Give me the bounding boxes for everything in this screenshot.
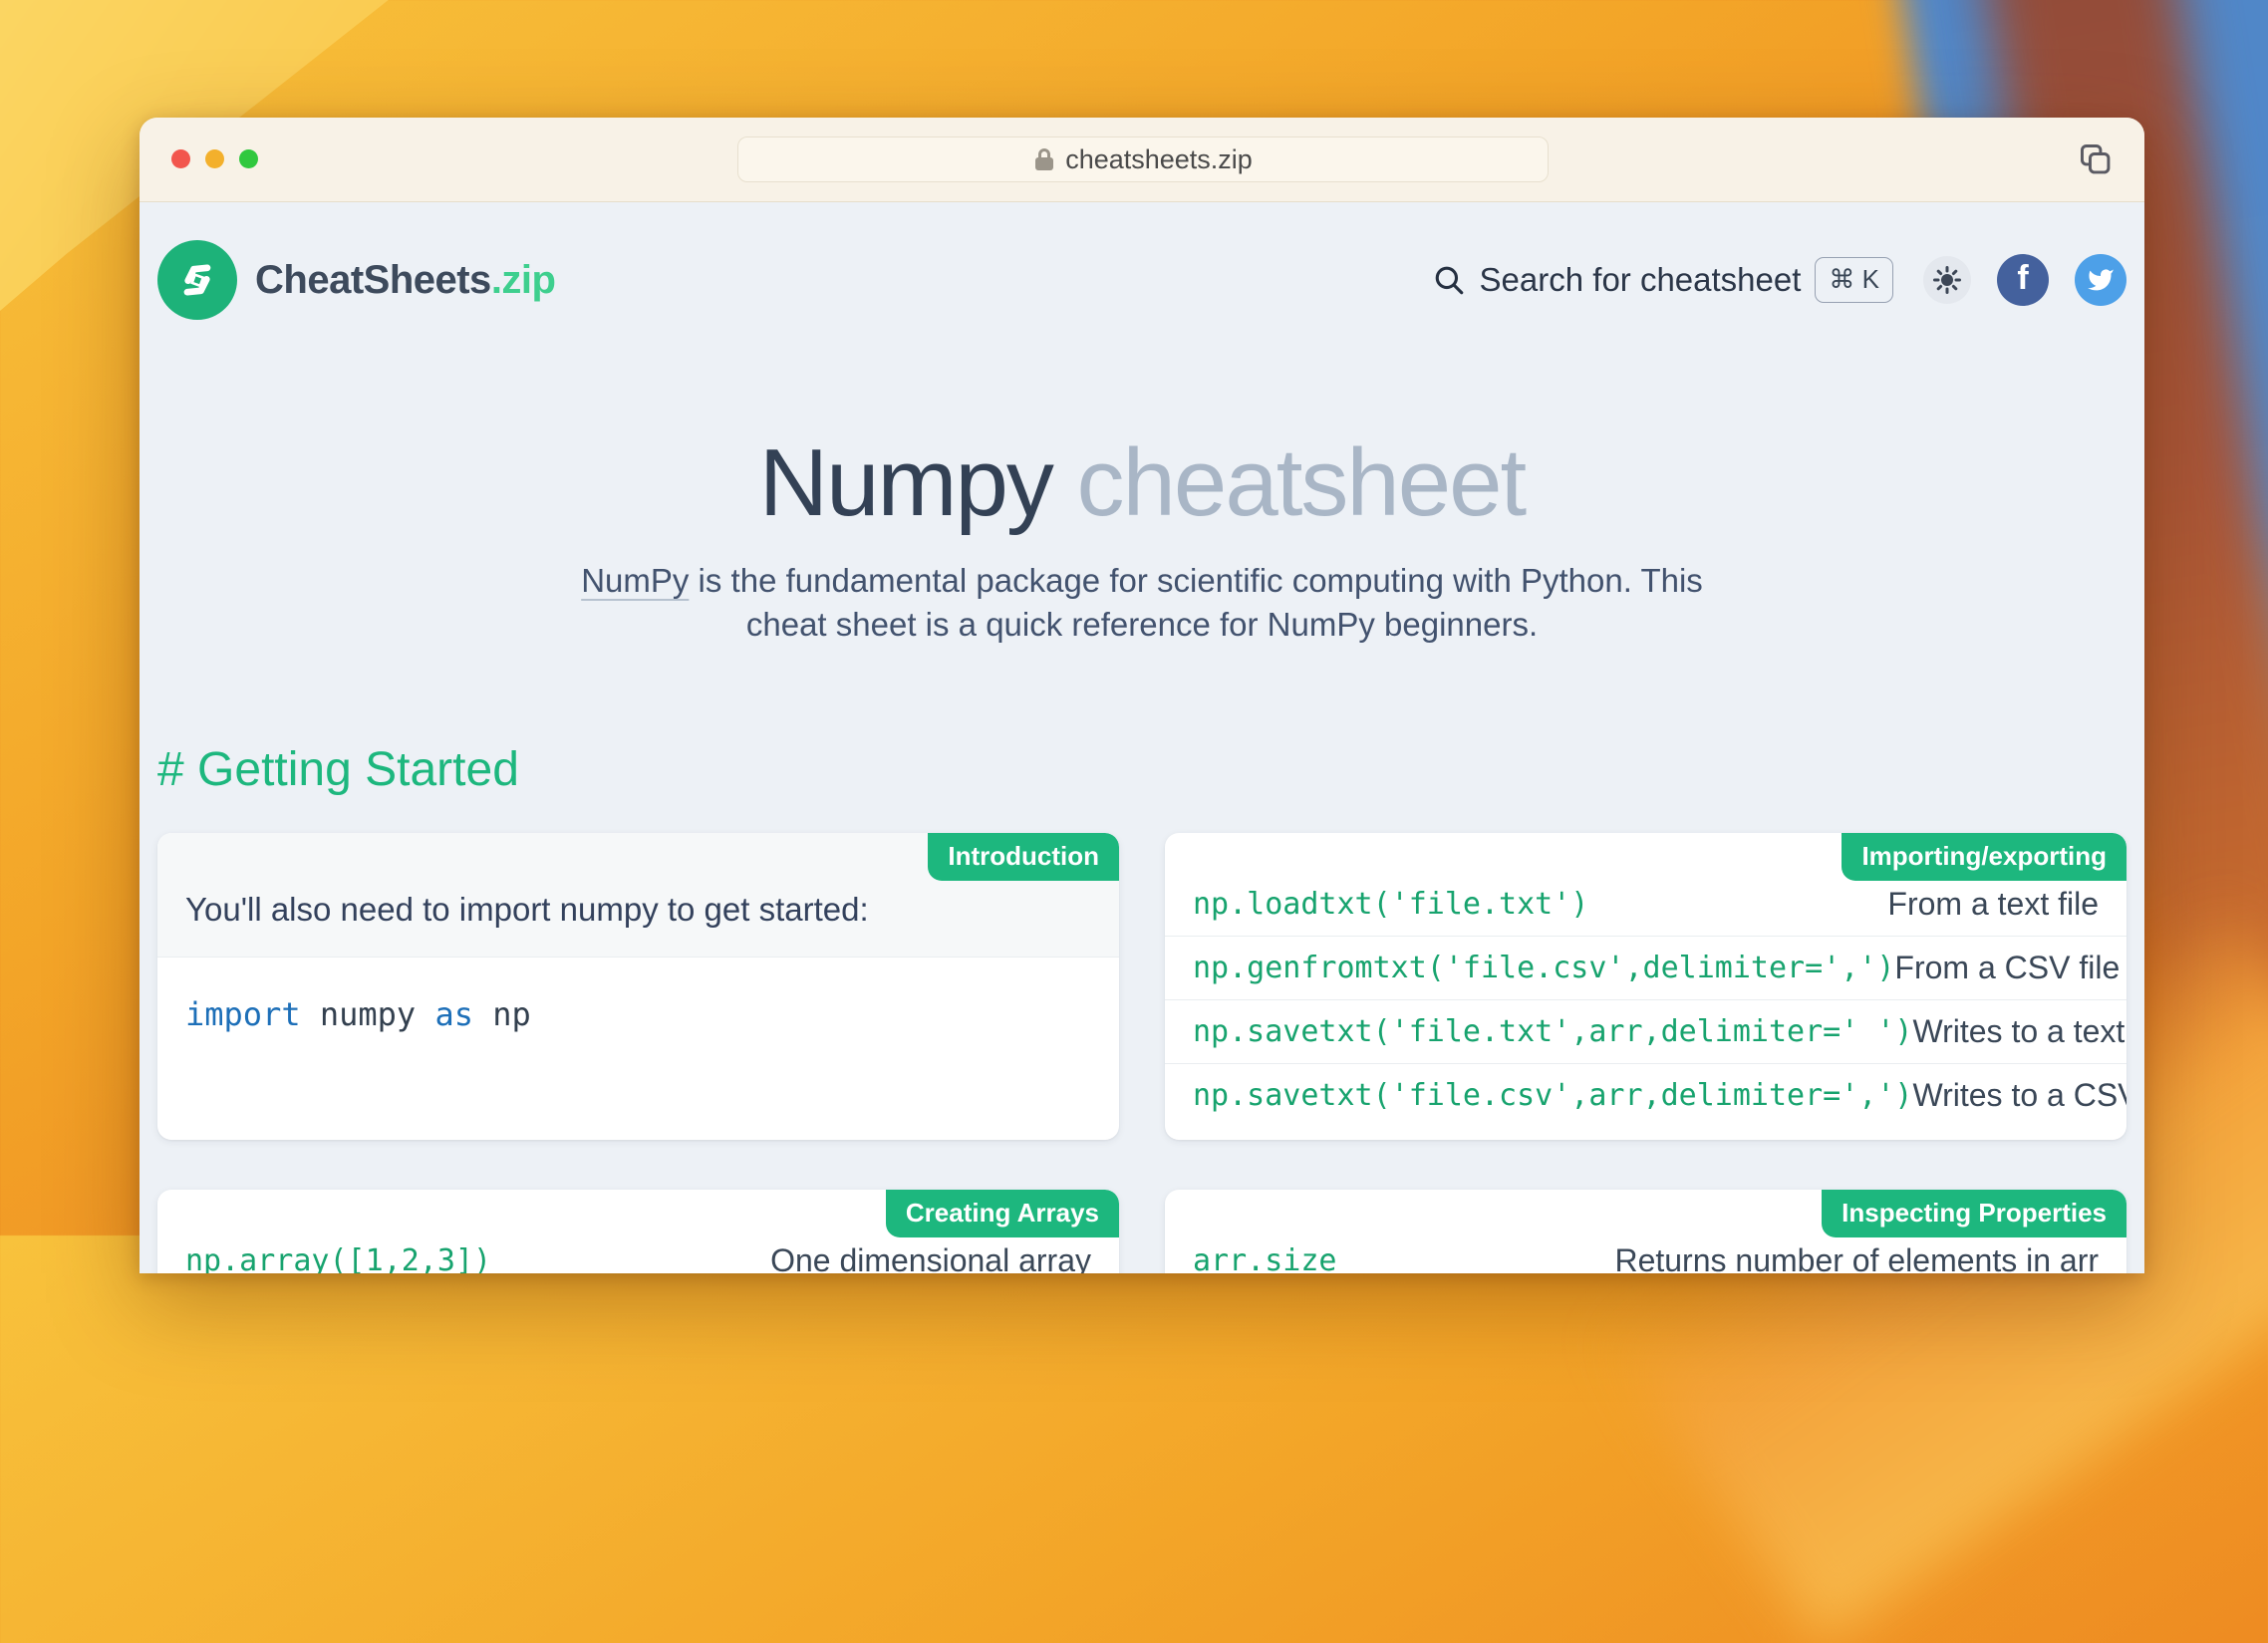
code-keyword: as: [434, 995, 473, 1033]
browser-window: cheatsheets.zip CheatSheets.zip: [140, 118, 2144, 1273]
code-snippet: np.array([1,2,3]): [185, 1243, 491, 1273]
theme-toggle-button[interactable]: [1923, 256, 1971, 304]
zoom-window-button[interactable]: [239, 149, 258, 168]
page-description: NumPy is the fundamental package for sci…: [564, 559, 1720, 647]
cheat-row: np.loadtxt('file.txt') From a text file: [1165, 873, 2126, 936]
facebook-icon: f: [2017, 259, 2028, 298]
card-badge: Introduction: [928, 833, 1119, 881]
brand-logo[interactable]: [157, 240, 237, 320]
address-bar[interactable]: cheatsheets.zip: [737, 137, 1549, 182]
cheat-row: np.savetxt('file.csv',arr,delimiter=',')…: [1165, 1063, 2126, 1127]
address-bar-url: cheatsheets.zip: [1065, 144, 1253, 175]
search-icon: [1432, 263, 1466, 297]
code-description: From a text file: [1887, 886, 2099, 923]
code-keyword: import: [185, 995, 301, 1033]
code-plain: numpy: [301, 995, 435, 1033]
code-plain: np: [473, 995, 531, 1033]
traffic-lights: [171, 149, 258, 168]
code-description: Writes to a CSV file: [1912, 1077, 2126, 1114]
site-header: CheatSheets.zip Search for cheatsheet ⌘ …: [157, 240, 2126, 320]
card-introduction: Introduction You'll also need to import …: [157, 833, 1119, 1140]
code-snippet: arr.size: [1193, 1243, 1337, 1273]
code-snippet: np.genfromtxt('file.csv',delimiter=','): [1193, 951, 1894, 985]
command-k-shortcut: ⌘ K: [1815, 257, 1893, 302]
lock-icon: [1033, 146, 1055, 172]
minimize-window-button[interactable]: [205, 149, 224, 168]
numpy-link[interactable]: NumPy: [581, 562, 689, 599]
card-importing-exporting: Importing/exporting np.loadtxt('file.txt…: [1165, 833, 2126, 1140]
browser-chrome: cheatsheets.zip: [140, 118, 2144, 202]
twitter-link[interactable]: [2075, 254, 2126, 306]
card-badge: Importing/exporting: [1842, 833, 2126, 881]
brand-name-text: CheatSheets: [255, 258, 491, 302]
copy-tabs-button[interactable]: [2080, 143, 2112, 175]
search-label: Search for cheatsheet: [1480, 261, 1802, 299]
code-description: Writes to a text file: [1912, 1013, 2126, 1050]
card-badge: Inspecting Properties: [1822, 1190, 2126, 1237]
card-creating-arrays: Creating Arrays np.array([1,2,3]) One dim…: [157, 1190, 1119, 1273]
code-block: import numpy as np: [157, 958, 1119, 1071]
page-title: Numpy cheatsheet: [157, 435, 2126, 531]
search-button[interactable]: Search for cheatsheet ⌘ K: [1432, 257, 1893, 302]
brand-tld-text: .zip: [491, 258, 556, 302]
facebook-link[interactable]: f: [1997, 254, 2049, 306]
brand-name[interactable]: CheatSheets.zip: [255, 258, 555, 303]
brand-logo-icon: [174, 257, 220, 303]
code-snippet: np.savetxt('file.txt',arr,delimiter=' '): [1193, 1014, 1912, 1049]
code-snippet: np.loadtxt('file.txt'): [1193, 887, 1588, 922]
code-description: One dimensional array: [770, 1242, 1091, 1273]
card-badge: Creating Arrays: [886, 1190, 1119, 1237]
page-content: CheatSheets.zip Search for cheatsheet ⌘ …: [140, 240, 2144, 1273]
code-snippet: np.savetxt('file.csv',arr,delimiter=','): [1193, 1078, 1912, 1113]
page-title-secondary: cheatsheet: [1052, 429, 1525, 536]
cheat-row: np.savetxt('file.txt',arr,delimiter=' ')…: [1165, 999, 2126, 1063]
copy-stack-icon: [2080, 143, 2112, 175]
cheatsheet-grid: Introduction You'll also need to import …: [157, 833, 2126, 1273]
card-inspecting-properties: Inspecting Properties arr.size Returns nu…: [1165, 1190, 2126, 1273]
page-description-text: is the fundamental package for scientifi…: [689, 562, 1702, 643]
cheat-row: np.genfromtxt('file.csv',delimiter=',')F…: [1165, 936, 2126, 999]
sun-icon: [1932, 265, 1962, 295]
close-window-button[interactable]: [171, 149, 190, 168]
section-heading-getting-started: # Getting Started: [157, 742, 2126, 797]
twitter-icon: [2087, 266, 2115, 294]
page-title-primary: Numpy: [759, 429, 1052, 536]
code-description: Returns number of elements in arr: [1614, 1242, 2099, 1273]
code-description: From a CSV file: [1894, 950, 2120, 986]
